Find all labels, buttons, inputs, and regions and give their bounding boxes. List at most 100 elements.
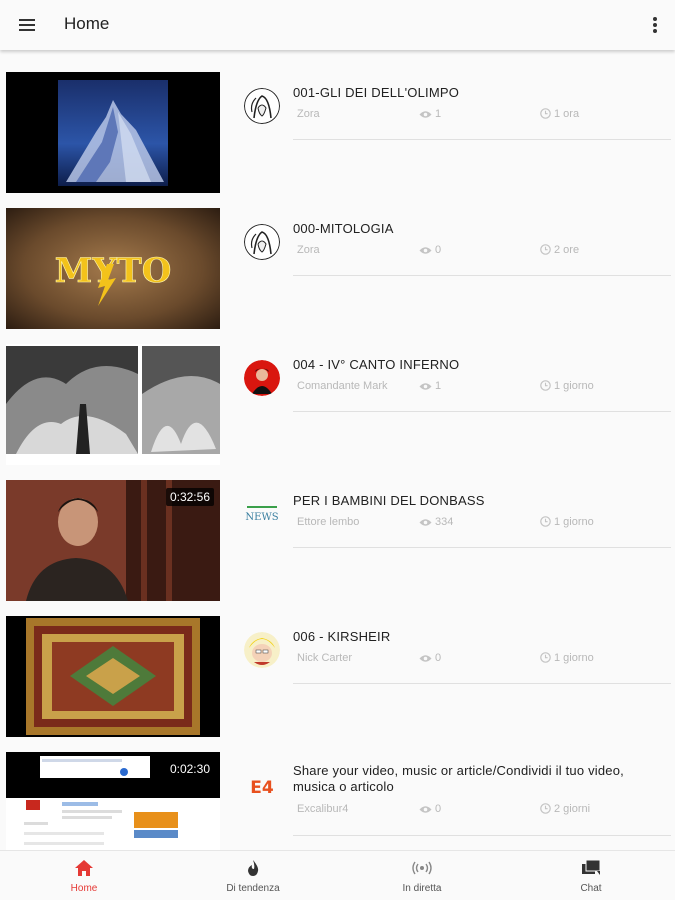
video-meta: Ettore lembo 334 1 giorno xyxy=(293,516,671,532)
eye-icon xyxy=(419,247,432,254)
video-item[interactable]: 001-GLI DEI DELL'OLIMPO Zora 1 1 ora xyxy=(0,72,675,196)
channel-avatar[interactable]: NEWS xyxy=(244,496,280,532)
video-views: 1 xyxy=(419,108,441,120)
divider xyxy=(293,835,671,836)
clock-icon xyxy=(540,803,551,814)
avatar-text: E4 xyxy=(250,778,274,798)
channel-avatar[interactable] xyxy=(244,88,280,124)
channel-avatar[interactable]: E4 xyxy=(244,768,280,804)
video-item[interactable]: 0:32:56 NEWS PER I BAMBINI DEL DONBASS E… xyxy=(0,480,675,604)
video-age: 1 giorno xyxy=(540,652,594,664)
video-meta: Comandante Mark 1 1 giorno xyxy=(293,380,671,396)
video-item[interactable]: 0:02:30 E4 Share your video, music or ar… xyxy=(0,752,675,850)
views-count: 1 xyxy=(435,380,442,392)
video-title[interactable]: 004 - IV° CANTO INFERNO xyxy=(293,357,663,373)
eye-icon xyxy=(419,383,432,390)
video-item[interactable]: MYTO 000-MITOLOGIA Zora 0 2 ore xyxy=(0,208,675,332)
age-text: 2 giorni xyxy=(554,803,591,815)
video-author[interactable]: Comandante Mark xyxy=(297,380,388,392)
channel-avatar[interactable] xyxy=(244,632,280,668)
video-author[interactable]: Excalibur4 xyxy=(297,803,348,815)
views-count: 334 xyxy=(435,516,454,528)
video-thumbnail[interactable]: MYTO xyxy=(6,208,220,329)
thumbnail-text: MYTO xyxy=(55,251,172,291)
more-options-icon[interactable] xyxy=(645,14,665,36)
divider xyxy=(293,411,671,412)
views-count: 0 xyxy=(435,652,442,664)
video-age: 1 giorno xyxy=(540,380,594,392)
avatar-text: NEWS xyxy=(245,512,278,523)
video-author[interactable]: Zora xyxy=(297,108,320,120)
video-title[interactable]: PER I BAMBINI DEL DONBASS xyxy=(293,493,663,509)
video-duration: 0:32:56 xyxy=(165,488,214,506)
bottom-navigation: Home Di tendenza In diretta Chat xyxy=(0,850,675,900)
nav-label: Di tendenza xyxy=(226,883,280,894)
video-item[interactable]: 006 - KIRSHEIR Nick Carter 0 1 giorno xyxy=(0,616,675,740)
video-meta: Nick Carter 0 1 giorno xyxy=(293,652,671,668)
video-age: 1 giorno xyxy=(540,516,594,528)
clock-icon xyxy=(540,380,551,391)
views-count: 0 xyxy=(435,803,442,815)
clock-icon xyxy=(540,652,551,663)
video-meta: Zora 1 1 ora xyxy=(293,108,671,124)
divider xyxy=(293,139,671,140)
video-age: 2 ore xyxy=(540,244,579,256)
nav-label: Home xyxy=(70,883,98,894)
video-item[interactable]: 004 - IV° CANTO INFERNO Comandante Mark … xyxy=(0,344,675,468)
video-duration: 0:02:30 xyxy=(165,760,214,778)
home-icon xyxy=(75,860,93,876)
chat-icon xyxy=(582,859,601,875)
nav-label: In diretta xyxy=(402,883,442,894)
video-age: 1 ora xyxy=(540,108,579,120)
divider xyxy=(293,547,671,548)
eye-icon xyxy=(419,519,432,526)
nav-chat[interactable]: Chat xyxy=(507,851,675,900)
video-thumbnail[interactable] xyxy=(6,616,220,737)
video-feed: 001-GLI DEI DELL'OLIMPO Zora 1 1 ora MYT… xyxy=(0,50,675,850)
video-thumbnail[interactable]: 0:32:56 xyxy=(6,480,220,601)
nav-live[interactable]: In diretta xyxy=(338,851,506,900)
video-views: 0 xyxy=(419,652,441,664)
flame-icon xyxy=(248,860,259,876)
channel-avatar[interactable] xyxy=(244,224,280,260)
video-title[interactable]: 001-GLI DEI DELL'OLIMPO xyxy=(293,85,663,101)
age-text: 1 giorno xyxy=(554,380,594,392)
app-bar: Home xyxy=(0,0,675,50)
age-text: 1 giorno xyxy=(554,516,594,528)
age-text: 2 ore xyxy=(554,244,580,256)
age-text: 1 ora xyxy=(554,108,580,120)
video-thumbnail[interactable] xyxy=(6,344,220,465)
eye-icon xyxy=(419,655,432,662)
video-title[interactable]: 006 - KIRSHEIR xyxy=(293,629,663,645)
clock-icon xyxy=(540,516,551,527)
views-count: 0 xyxy=(435,244,442,256)
nav-trending[interactable]: Di tendenza xyxy=(169,851,337,900)
video-title[interactable]: Share your video, music or article/Condi… xyxy=(293,763,663,795)
video-age: 2 giorni xyxy=(540,803,590,815)
menu-icon[interactable] xyxy=(14,13,40,37)
divider xyxy=(293,275,671,276)
video-thumbnail[interactable]: 0:02:30 xyxy=(6,752,220,850)
views-count: 1 xyxy=(435,108,442,120)
live-icon xyxy=(412,861,432,875)
video-meta: Excalibur4 0 2 giorni xyxy=(293,803,671,819)
eye-icon xyxy=(419,111,432,118)
video-author[interactable]: Nick Carter xyxy=(297,652,352,664)
video-views: 0 xyxy=(419,803,441,815)
channel-avatar[interactable] xyxy=(244,360,280,396)
nav-label: Chat xyxy=(580,883,602,894)
divider xyxy=(293,683,671,684)
page-title: Home xyxy=(64,14,110,33)
clock-icon xyxy=(540,244,551,255)
video-views: 1 xyxy=(419,380,441,392)
eye-icon xyxy=(419,806,432,813)
nav-home[interactable]: Home xyxy=(0,851,168,900)
video-thumbnail[interactable] xyxy=(6,72,220,193)
video-meta: Zora 0 2 ore xyxy=(293,244,671,260)
video-views: 0 xyxy=(419,244,441,256)
video-title[interactable]: 000-MITOLOGIA xyxy=(293,221,663,237)
video-author[interactable]: Ettore lembo xyxy=(297,516,359,528)
video-views: 334 xyxy=(419,516,453,528)
video-author[interactable]: Zora xyxy=(297,244,320,256)
clock-icon xyxy=(540,108,551,119)
